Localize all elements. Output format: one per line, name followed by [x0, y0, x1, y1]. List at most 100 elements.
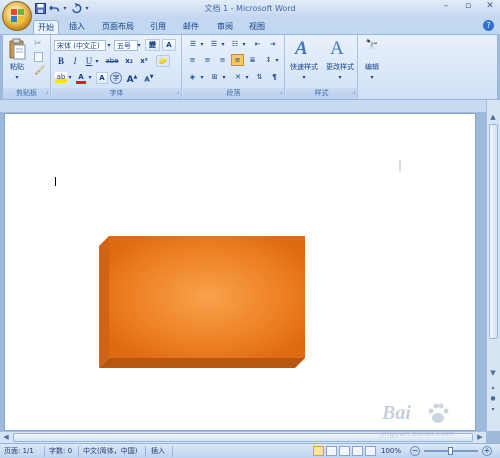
paste-dropdown-icon[interactable]: ▾	[13, 72, 21, 83]
align-right-icon[interactable]: ≡	[216, 55, 229, 66]
clipboard-group: 粘贴 ▾ ✂ 🖌 剪贴板 ⌟	[3, 35, 51, 99]
change-styles-icon[interactable]: A	[330, 38, 352, 60]
office-button[interactable]	[2, 1, 32, 31]
font-color-dropdown-icon[interactable]: ▾	[87, 72, 93, 83]
subscript-button[interactable]: x₂	[123, 56, 135, 67]
line-spacing-dropdown-icon[interactable]: ▾	[274, 55, 280, 66]
font-name-select[interactable]: 宋体 (中文正)	[54, 40, 106, 51]
orange-3d-rectangle[interactable]	[99, 236, 305, 370]
print-layout-icon[interactable]	[313, 446, 324, 456]
minimize-icon[interactable]: –	[440, 1, 452, 11]
align-center-icon[interactable]: ≡	[201, 55, 214, 66]
font-color-button[interactable]: A	[76, 72, 86, 84]
numbering-dropdown-icon[interactable]: ▾	[220, 39, 226, 50]
numbering-icon[interactable]: ☰	[207, 39, 221, 50]
borders-icon[interactable]: ⊞	[208, 72, 221, 83]
grow-font-button[interactable]: A▲	[126, 72, 138, 85]
draft-view-icon[interactable]	[365, 446, 376, 456]
previous-page-icon[interactable]: ▴	[487, 382, 499, 393]
decrease-indent-icon[interactable]: ⇤	[251, 39, 264, 50]
character-shading-icon[interactable]: A	[96, 72, 108, 84]
tab-review[interactable]: 审阅	[212, 20, 238, 34]
zoom-out-icon[interactable]: −	[410, 446, 420, 456]
margin-corner-top-left	[41, 160, 53, 172]
increase-indent-icon[interactable]: ⇥	[266, 39, 279, 50]
enclose-characters-icon[interactable]: 字	[110, 72, 122, 84]
highlight-icon[interactable]: ab	[55, 72, 67, 83]
change-styles-dropdown-icon[interactable]: ▾	[336, 72, 344, 83]
multilevel-list-icon[interactable]: ☷	[228, 39, 242, 50]
help-icon[interactable]: ?	[483, 20, 494, 31]
scroll-down-icon[interactable]: ▼	[487, 368, 499, 379]
copy-icon[interactable]	[34, 52, 43, 62]
outline-view-icon[interactable]	[352, 446, 363, 456]
web-layout-icon[interactable]	[339, 446, 350, 456]
scroll-up-icon[interactable]: ▲	[487, 112, 499, 123]
superscript-button[interactable]: x²	[138, 56, 150, 67]
font-size-dropdown-icon[interactable]: ▾	[136, 40, 142, 51]
clear-formatting-icon[interactable]: 🧽	[156, 55, 170, 67]
multilevel-list-dropdown-icon[interactable]: ▾	[241, 39, 247, 50]
editing-dropdown-icon[interactable]: ▾	[368, 72, 376, 83]
cut-icon[interactable]: ✂	[34, 39, 42, 49]
tab-mailings[interactable]: 邮件	[178, 20, 204, 34]
strikethrough-button[interactable]: abe	[104, 56, 120, 67]
format-painter-icon[interactable]: 🖌	[34, 66, 45, 76]
borders-dropdown-icon[interactable]: ▾	[221, 72, 227, 83]
tab-references[interactable]: 引用	[145, 20, 171, 34]
zoom-slider-thumb[interactable]	[448, 447, 453, 455]
undo-dropdown-icon[interactable]: ▾	[62, 3, 68, 15]
vertical-scrollbar[interactable]: ▲ ▼ ▴ ● ▾	[486, 100, 500, 431]
italic-button[interactable]: I	[70, 56, 80, 67]
font-name-dropdown-icon[interactable]: ▾	[106, 40, 112, 51]
save-icon[interactable]	[34, 2, 46, 15]
show-marks-icon[interactable]: ¶	[269, 72, 280, 83]
shrink-font-button[interactable]: A▼	[143, 72, 155, 83]
paste-icon[interactable]	[9, 38, 26, 60]
font-size-select[interactable]: 五号	[114, 40, 138, 51]
tab-home[interactable]: 开始	[33, 20, 59, 34]
maximize-icon[interactable]: ▫	[462, 1, 474, 11]
phonetic-guide-icon[interactable]: 變	[145, 39, 160, 51]
chinese-layout-icon[interactable]: ✕	[231, 72, 245, 83]
underline-button[interactable]: U	[84, 56, 94, 67]
full-screen-reading-icon[interactable]	[326, 446, 337, 456]
bold-button[interactable]: B	[56, 56, 66, 67]
close-icon[interactable]: ✕	[484, 1, 496, 11]
insert-mode-indicator[interactable]: 插入	[151, 446, 165, 457]
align-left-icon[interactable]: ≡	[186, 55, 199, 66]
chinese-layout-dropdown-icon[interactable]: ▾	[244, 72, 250, 83]
bullets-dropdown-icon[interactable]: ▾	[199, 39, 205, 50]
title-bar: 文档 1 - Microsoft Word ▾ ▾ – ▫ ✕	[0, 0, 500, 18]
bullets-icon[interactable]: ☰	[186, 39, 200, 50]
tab-view[interactable]: 视图	[244, 20, 270, 34]
shading-dropdown-icon[interactable]: ▾	[199, 72, 205, 83]
font-launcher-icon[interactable]: ⌟	[176, 86, 179, 97]
shading-icon[interactable]: ◈	[186, 72, 199, 83]
quick-styles-dropdown-icon[interactable]: ▾	[300, 72, 308, 83]
customize-qat-icon[interactable]: ▾	[84, 3, 90, 15]
justify-icon[interactable]: ≡	[231, 54, 244, 66]
sort-icon[interactable]: ⇅	[253, 72, 266, 83]
language-indicator[interactable]: 中文(简体，中国)	[83, 446, 137, 457]
distributed-icon[interactable]: ≣	[246, 55, 259, 66]
vertical-scroll-thumb[interactable]	[489, 124, 498, 339]
tab-insert[interactable]: 插入	[64, 20, 90, 34]
zoom-in-icon[interactable]: +	[482, 446, 492, 456]
scroll-left-icon[interactable]: ◀	[0, 432, 12, 443]
quick-styles-icon[interactable]: A	[295, 38, 317, 60]
clipboard-launcher-icon[interactable]: ⌟	[45, 86, 48, 97]
highlight-dropdown-icon[interactable]: ▾	[67, 72, 73, 83]
underline-dropdown-icon[interactable]: ▾	[94, 56, 100, 67]
redo-icon[interactable]	[70, 2, 82, 15]
find-icon[interactable]: 🔭	[365, 40, 379, 52]
styles-launcher-icon[interactable]: ⌟	[352, 86, 355, 97]
page-count[interactable]: 页面: 1/1	[4, 446, 34, 457]
word-count[interactable]: 字数: 0	[49, 446, 72, 457]
undo-icon[interactable]	[48, 3, 60, 15]
zoom-level[interactable]: 100%	[381, 446, 401, 457]
tab-page-layout[interactable]: 页面布局	[97, 20, 139, 34]
ribbon: 粘贴 ▾ ✂ 🖌 剪贴板 ⌟ 宋体 (中文正) ▾ 五号 ▾ 變 A B I U …	[2, 34, 498, 100]
paragraph-launcher-icon[interactable]: ⌟	[279, 86, 282, 97]
character-border-icon[interactable]: A	[162, 39, 176, 51]
